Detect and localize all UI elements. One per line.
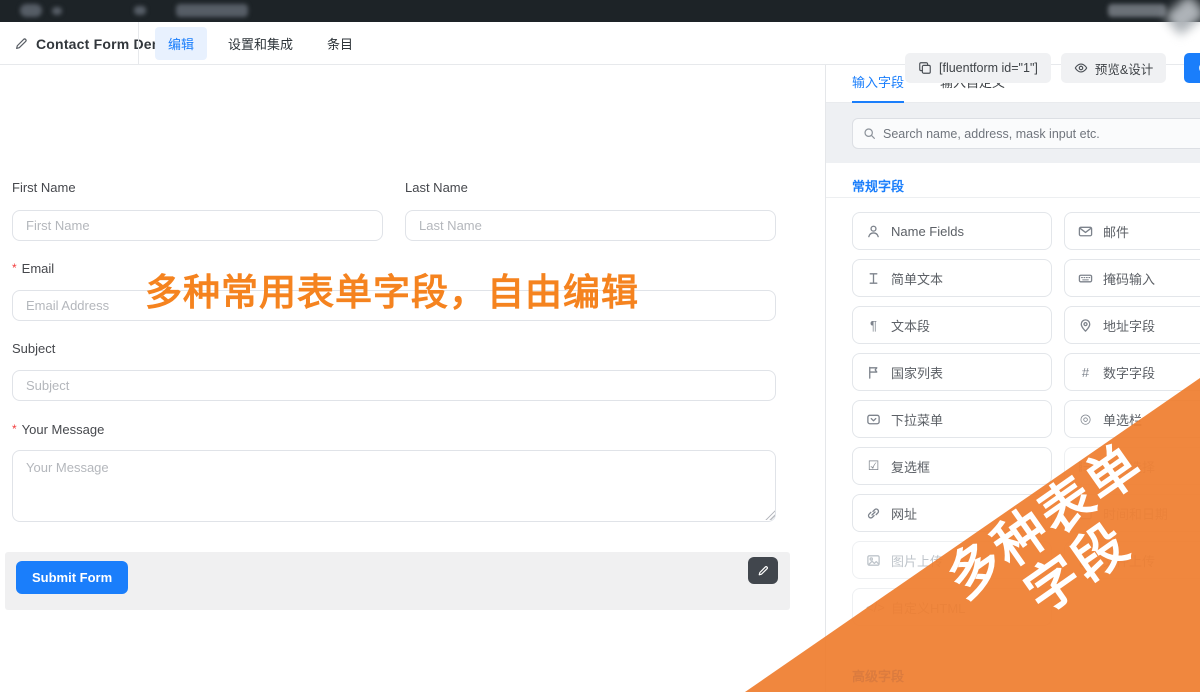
field-button-label: 简单文本	[891, 269, 943, 288]
admin-bar-item-blurred	[176, 4, 248, 17]
field-label-last-name: Last Name	[405, 180, 468, 195]
radio-icon: ◎	[1078, 411, 1093, 427]
section-title-general-fields: 常规字段	[852, 176, 904, 195]
admin-bar-account-blurred	[1108, 4, 1166, 17]
field-button-pilcrow[interactable]: ¶ 文本段	[852, 306, 1052, 344]
tab-settings-integrations[interactable]: 设置和集成	[215, 27, 306, 60]
field-button-label: 数字字段	[1103, 363, 1155, 382]
edit-title-icon[interactable]	[14, 37, 28, 51]
admin-bar-item-blurred	[52, 7, 62, 15]
header-actions: [fluentform id="1"] 预览&设计 Save Form	[905, 53, 1200, 83]
wp-logo-blurred	[20, 4, 42, 17]
field-search-input[interactable]	[883, 127, 1200, 141]
promo-headline: 多种常用表单字段，自由编辑	[145, 262, 639, 316]
field-button-label: 网址	[891, 504, 917, 523]
map-pin-icon	[1078, 318, 1093, 333]
admin-bar-item-blurred	[134, 6, 146, 15]
editor-header: Contact Form Demo 编辑设置和集成条目 [fluentform …	[0, 22, 1200, 65]
field-button-map-pin[interactable]: 地址字段	[1064, 306, 1200, 344]
field-label-message: Your Message	[12, 422, 104, 437]
field-button-mask-input[interactable]: 掩码输入	[1064, 259, 1200, 297]
mail-icon	[1078, 224, 1093, 239]
copy-icon	[918, 61, 932, 75]
edit-submit-button[interactable]	[748, 557, 778, 584]
preview-design-button[interactable]: 预览&设计	[1061, 53, 1166, 83]
flag-icon	[866, 365, 881, 380]
pencil-icon	[757, 565, 769, 577]
field-button-hash[interactable]: # 数字字段	[1064, 353, 1200, 391]
form-canvas: First Name Last Name Email Subject Your …	[0, 65, 825, 692]
tab-edit[interactable]: 编辑	[155, 27, 207, 60]
user-icon	[866, 224, 881, 239]
field-button-label: 复选框	[891, 457, 930, 476]
message-textarea[interactable]	[12, 450, 776, 522]
save-form-button[interactable]: Save Form	[1184, 53, 1200, 83]
field-button-user[interactable]: Name Fields	[852, 212, 1052, 250]
last-name-input[interactable]	[405, 210, 776, 241]
field-button-dropdown[interactable]: 下拉菜单	[852, 400, 1052, 438]
image-icon	[866, 553, 881, 568]
field-button-checkbox[interactable]: ☑ 复选框	[852, 447, 1052, 485]
field-button-text-cursor[interactable]: 简单文本	[852, 259, 1052, 297]
field-button-label: 文本段	[891, 316, 930, 335]
editor-tabs: 编辑设置和集成条目	[138, 22, 366, 65]
search-strip	[826, 103, 1200, 163]
field-button-mail[interactable]: 邮件	[1064, 212, 1200, 250]
link-icon	[866, 506, 881, 521]
preview-design-label: 预览&设计	[1095, 59, 1153, 78]
text-cursor-icon	[866, 271, 881, 286]
search-icon	[863, 127, 876, 140]
field-button-label: Name Fields	[891, 224, 964, 239]
submit-form-button[interactable]: Submit Form	[16, 561, 128, 594]
field-button-label: 下拉菜单	[891, 410, 943, 429]
dropdown-icon	[866, 412, 881, 427]
shortcode-label: [fluentform id="1"]	[939, 61, 1038, 75]
subject-input[interactable]	[12, 370, 776, 401]
first-name-input[interactable]	[12, 210, 383, 241]
field-label-email: Email	[12, 261, 54, 276]
hash-icon: #	[1078, 365, 1093, 380]
pilcrow-icon: ¶	[866, 318, 881, 333]
textarea-resize-handle[interactable]	[764, 509, 775, 520]
shortcode-copy-button[interactable]: [fluentform id="1"]	[905, 53, 1051, 83]
wp-admin-bar	[0, 0, 1200, 22]
mask-input-icon	[1078, 271, 1093, 286]
field-button-label: 国家列表	[891, 363, 943, 382]
fluent-forms-editor: Contact Form Demo 编辑设置和集成条目 [fluentform …	[0, 0, 1200, 692]
eye-icon	[1074, 61, 1088, 75]
submit-row: Submit Form	[5, 552, 790, 610]
field-label-first-name: First Name	[12, 180, 76, 195]
field-button-label: 邮件	[1103, 222, 1129, 241]
section-divider	[826, 197, 1200, 198]
field-label-subject: Subject	[12, 341, 55, 356]
field-button-label: 掩码输入	[1103, 269, 1155, 288]
sidebar-tab-input-fields[interactable]: 输入字段	[852, 65, 904, 103]
tab-entries[interactable]: 条目	[314, 27, 366, 60]
field-button-label: 地址字段	[1103, 316, 1155, 335]
field-button-flag[interactable]: 国家列表	[852, 353, 1052, 391]
checkbox-icon: ☑	[866, 458, 881, 474]
field-search-box[interactable]	[852, 118, 1200, 149]
